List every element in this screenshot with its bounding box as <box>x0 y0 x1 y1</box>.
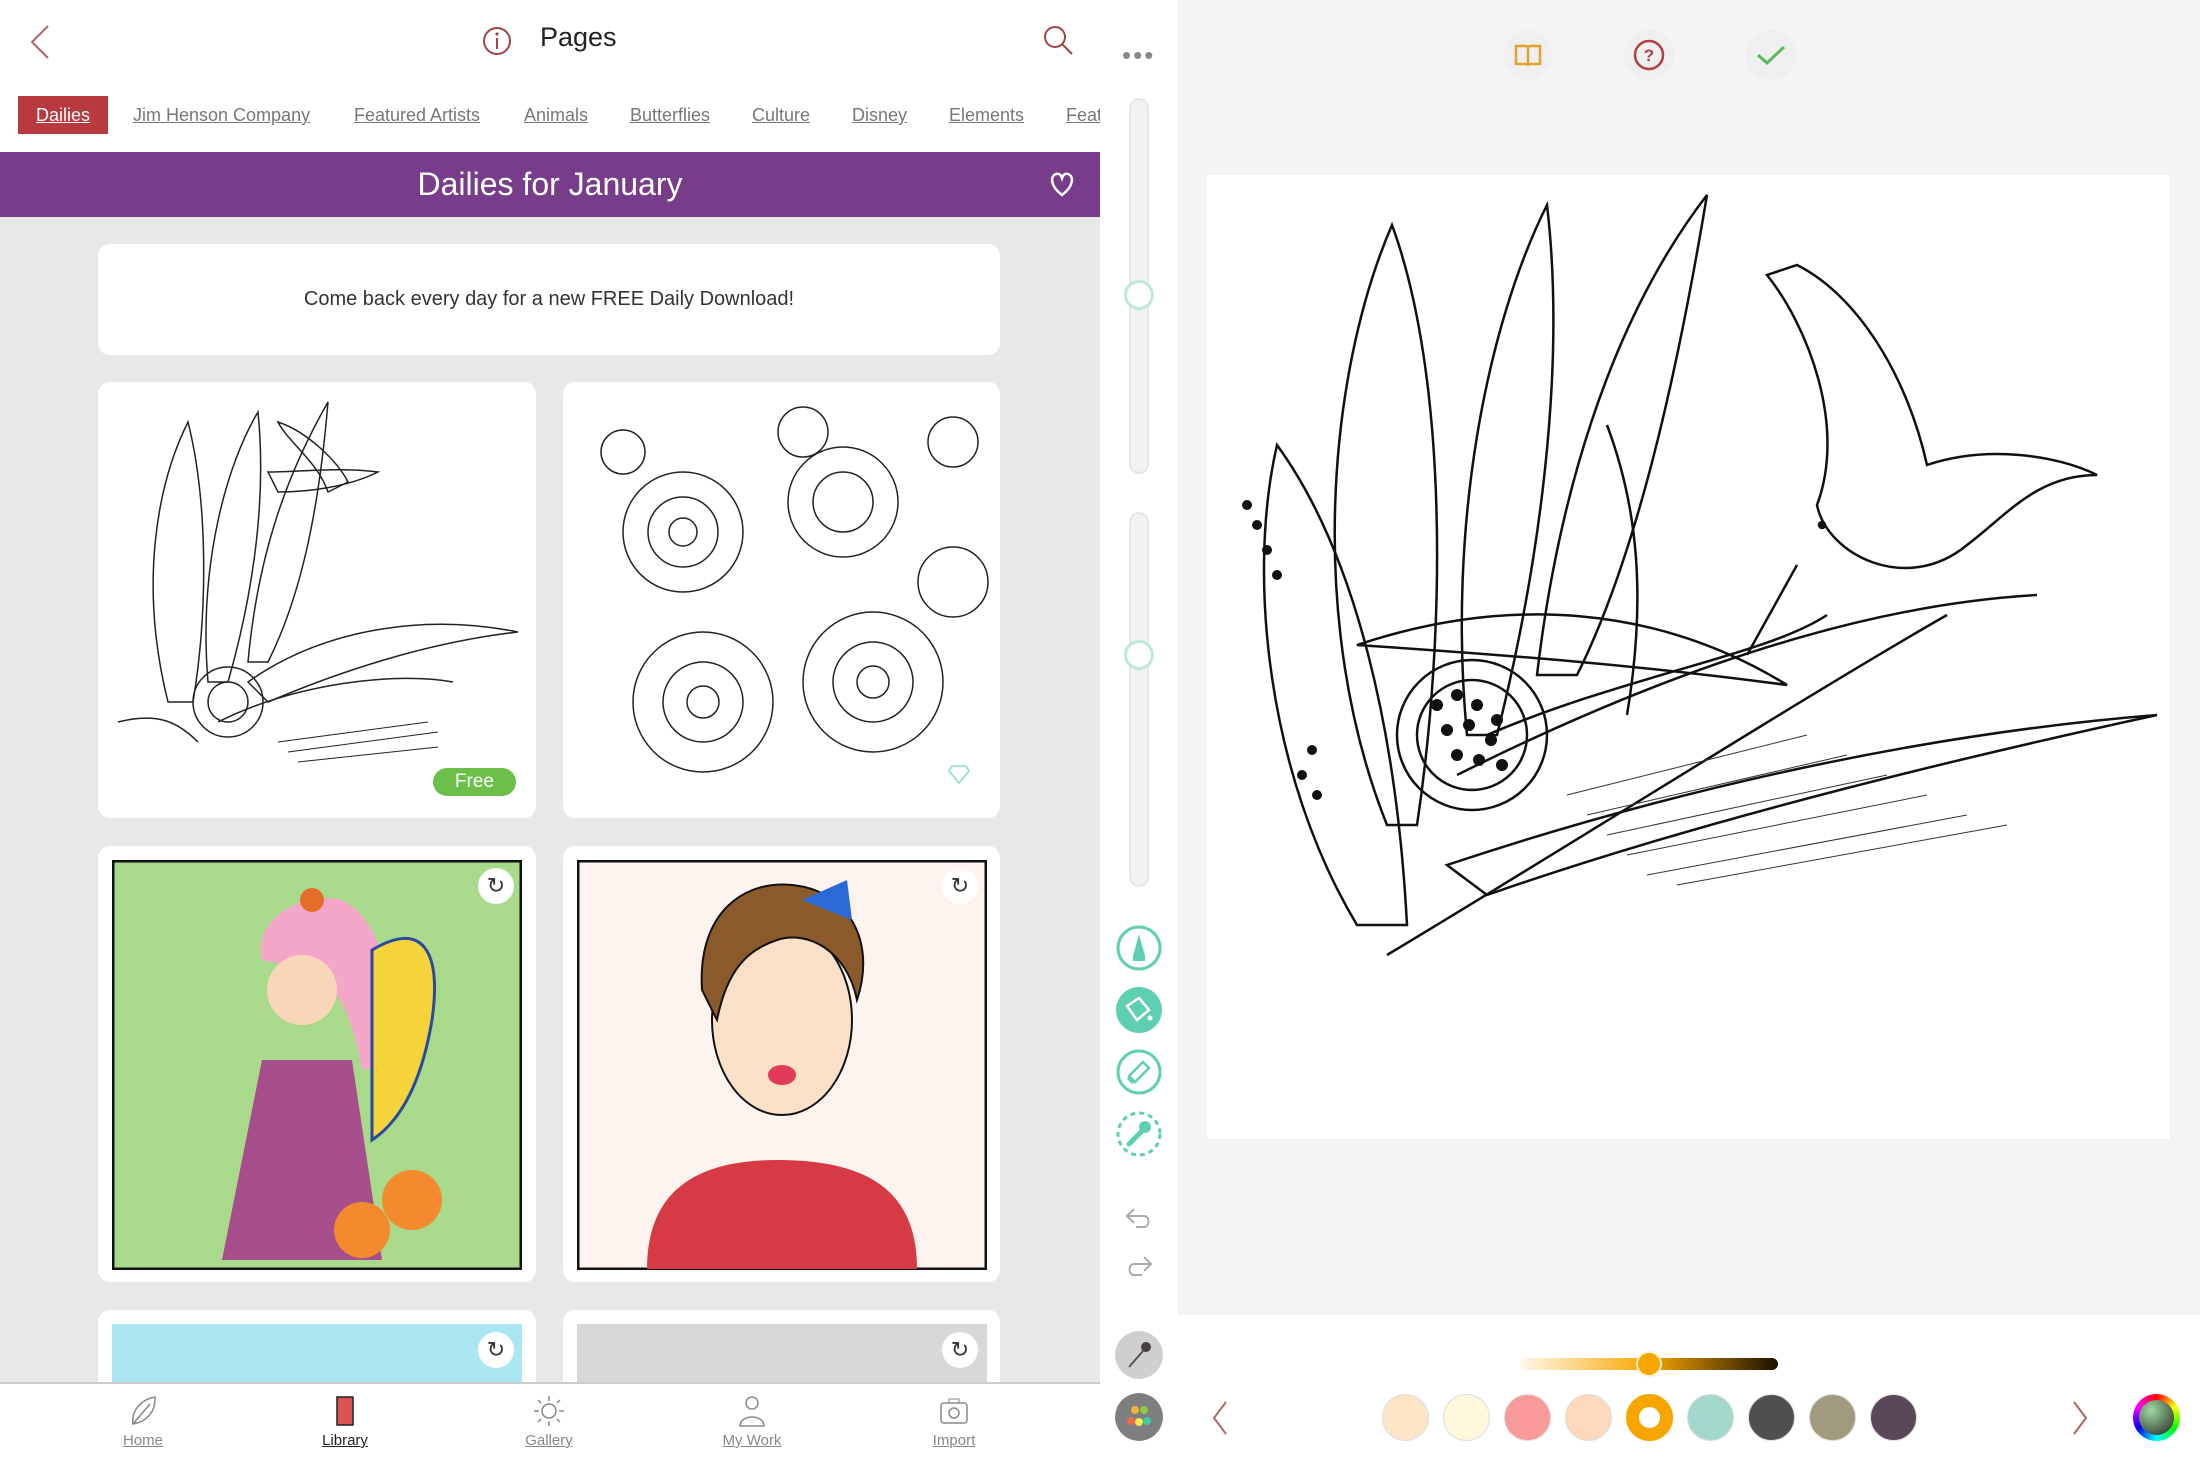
nav-import[interactable]: Import <box>894 1394 1014 1449</box>
color-swatch[interactable] <box>1870 1394 1917 1441</box>
banner-title: Dailies for January <box>417 166 683 202</box>
tab-featured[interactable]: Feat <box>1066 96 1100 134</box>
done-button[interactable] <box>1746 30 1796 80</box>
hummingbird-lineart <box>117 401 519 763</box>
nav-gallery[interactable]: Gallery <box>489 1394 609 1449</box>
help-button[interactable]: ? <box>1624 30 1674 80</box>
recolor-icon[interactable]: ↻ <box>942 1332 978 1368</box>
help-icon: ? <box>1633 39 1665 71</box>
tab-jim-henson[interactable]: Jim Henson Company <box>133 96 310 134</box>
page-card-partial-1[interactable]: ↻ <box>98 1310 536 1382</box>
tab-animals[interactable]: Animals <box>524 96 588 134</box>
tab-elements[interactable]: Elements <box>949 96 1024 134</box>
wrench-icon[interactable] <box>1115 1110 1163 1158</box>
recolor-icon[interactable]: ↻ <box>478 868 514 904</box>
book-button[interactable] <box>1503 30 1553 80</box>
search-icon[interactable] <box>1042 24 1074 56</box>
page-card-roses[interactable] <box>563 382 1000 818</box>
page-card-popart[interactable]: ↻ <box>563 846 1000 1282</box>
brush-size-knob[interactable] <box>1124 280 1154 310</box>
bottom-nav: Home Library Gallery My Work Import <box>0 1382 1100 1467</box>
sun-icon <box>534 1396 564 1426</box>
color-swatch[interactable] <box>1809 1394 1856 1441</box>
chevron-left-icon[interactable] <box>1210 1400 1230 1436</box>
popart-artwork <box>577 860 987 1270</box>
color-swatch[interactable] <box>1748 1394 1795 1441</box>
color-swatch[interactable] <box>1382 1394 1429 1441</box>
nav-label: Library <box>322 1432 368 1449</box>
nav-my-work[interactable]: My Work <box>692 1394 812 1449</box>
opacity-slider[interactable] <box>1129 512 1149 887</box>
color-wheel-button[interactable] <box>2133 1394 2180 1441</box>
book-icon <box>1514 44 1542 67</box>
message-card: Come back every day for a new FREE Daily… <box>98 244 1000 355</box>
person-icon <box>739 1396 765 1427</box>
roses-lineart <box>600 406 989 773</box>
info-icon[interactable] <box>482 26 512 56</box>
svg-text:?: ? <box>1644 46 1654 65</box>
eyedropper-icon[interactable] <box>1115 1331 1163 1379</box>
color-picker-bar <box>1178 1315 2200 1467</box>
heart-icon[interactable] <box>1048 170 1076 198</box>
recolor-icon[interactable]: ↻ <box>478 1332 514 1368</box>
tab-featured-artists[interactable]: Featured Artists <box>354 96 480 134</box>
nav-library[interactable]: Library <box>285 1394 405 1449</box>
hummingbird-artwork <box>1242 194 2158 957</box>
color-swatch[interactable] <box>1565 1394 1612 1441</box>
undo-icon[interactable] <box>1124 1205 1154 1231</box>
nav-label: Home <box>122 1432 163 1449</box>
page-card-partial-2[interactable]: ↻ <box>563 1310 1000 1382</box>
artwork-thumbnail <box>577 1324 987 1382</box>
leaf-icon <box>132 1396 156 1425</box>
tab-culture[interactable]: Culture <box>752 96 810 134</box>
eraser-icon[interactable] <box>1115 1048 1163 1096</box>
chevron-right-icon[interactable] <box>2070 1400 2090 1436</box>
coloring-canvas[interactable] <box>1207 175 2170 1139</box>
nav-label: Import <box>932 1432 976 1449</box>
fairy-artwork <box>112 860 522 1270</box>
page-card-hummingbird[interactable]: Free <box>98 382 536 818</box>
diamond-icon <box>948 765 970 784</box>
page-card-fairy[interactable]: ↻ <box>98 846 536 1282</box>
color-swatch[interactable] <box>1443 1394 1490 1441</box>
color-swatch[interactable] <box>1626 1394 1673 1441</box>
nav-label: My Work <box>722 1432 782 1449</box>
paint-bucket-icon[interactable] <box>1115 986 1163 1034</box>
color-swatch[interactable] <box>1687 1394 1734 1441</box>
artwork-thumbnail <box>112 1324 522 1382</box>
page-title: Pages <box>540 22 617 52</box>
redo-icon[interactable] <box>1124 1253 1154 1279</box>
opacity-knob[interactable] <box>1124 640 1154 670</box>
color-wheel-center <box>2139 1400 2174 1435</box>
recolor-icon[interactable]: ↻ <box>942 868 978 904</box>
section-banner: Dailies for January <box>0 152 1100 217</box>
nav-label: Gallery <box>525 1432 573 1449</box>
color-swatch[interactable] <box>1504 1394 1551 1441</box>
check-icon <box>1757 45 1786 66</box>
palette-icon[interactable] <box>1115 1393 1163 1441</box>
tab-disney[interactable]: Disney <box>852 96 907 134</box>
camera-icon <box>940 1398 968 1424</box>
tab-butterflies[interactable]: Butterflies <box>630 96 710 134</box>
tool-strip: ••• <box>1100 0 1178 1467</box>
marker-icon[interactable] <box>1115 924 1163 972</box>
top-bar: Pages Dailies Jim Henson Company Feature… <box>0 0 1100 152</box>
tab-dailies[interactable]: Dailies <box>18 96 109 134</box>
shade-slider-knob[interactable] <box>1636 1351 1662 1377</box>
chevron-left-icon[interactable] <box>28 24 52 60</box>
book-icon <box>336 1396 354 1426</box>
free-badge: Free <box>432 768 516 796</box>
nav-home[interactable]: Home <box>83 1394 203 1449</box>
more-icon[interactable]: ••• <box>1122 42 1155 68</box>
